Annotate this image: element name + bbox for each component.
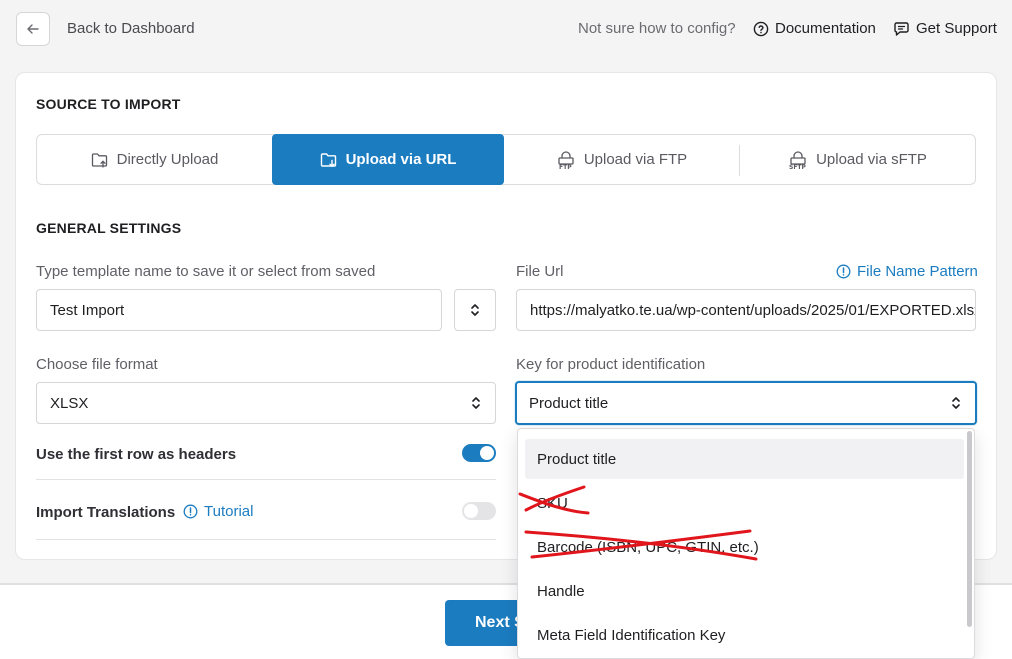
first-row-headers-label: Use the first row as headers <box>36 446 237 463</box>
get-support-label: Get Support <box>916 20 997 37</box>
key-identification-select[interactable]: Product title <box>515 381 977 425</box>
source-to-import-heading: SOURCE TO IMPORT <box>36 96 181 112</box>
documentation-link[interactable]: Documentation <box>753 20 876 37</box>
general-settings-heading: GENERAL SETTINGS <box>36 220 182 236</box>
tab-upload-via-sftp[interactable]: SFTP Upload via sFTP <box>740 135 975 184</box>
file-url-input[interactable]: https://malyatko.te.ua/wp-content/upload… <box>516 289 976 331</box>
dropdown-option-barcode[interactable]: Barcode (ISBN, UPC, GTIN, etc.) <box>525 527 964 567</box>
template-name-input[interactable]: Test Import <box>36 289 442 331</box>
source-tabs: Directly Upload Upload via URL FTP Uploa… <box>36 134 976 185</box>
ftp-lock-icon: FTP <box>558 150 574 169</box>
tutorial-link[interactable]: Tutorial <box>183 503 253 520</box>
tab-directly-upload[interactable]: Directly Upload <box>37 135 272 184</box>
tab-directly-upload-label: Directly Upload <box>116 151 219 168</box>
key-identification-value: Product title <box>529 394 609 412</box>
tab-upload-via-url[interactable]: Upload via URL <box>272 134 504 185</box>
arrow-left-icon <box>27 24 39 34</box>
info-circle-icon <box>836 264 851 279</box>
first-row-headers-toggle[interactable] <box>462 444 496 462</box>
dropdown-option-handle[interactable]: Handle <box>525 571 964 611</box>
template-select-button[interactable] <box>454 289 496 331</box>
template-name-label: Type template name to save it or select … <box>36 263 376 280</box>
svg-text:SFTP: SFTP <box>789 164 807 169</box>
dropdown-option-meta-field-key[interactable]: Meta Field Identification Key <box>525 615 964 655</box>
back-to-dashboard-link[interactable]: Back to Dashboard <box>67 20 195 37</box>
back-button[interactable] <box>16 12 50 46</box>
import-translations-toggle[interactable] <box>462 502 496 520</box>
documentation-label: Documentation <box>775 20 876 37</box>
chat-bubble-icon <box>894 21 909 36</box>
file-format-select[interactable]: XLSX <box>36 382 496 424</box>
tab-upload-via-ftp[interactable]: FTP Upload via FTP <box>504 135 739 184</box>
folder-upload-icon <box>91 152 107 168</box>
toggle-knob <box>480 446 494 460</box>
toggle-knob <box>464 504 478 518</box>
question-circle-icon <box>753 21 769 36</box>
divider <box>36 539 496 540</box>
divider <box>36 479 496 480</box>
key-identification-label: Key for product identification <box>516 356 706 373</box>
sort-arrows-icon <box>471 304 479 316</box>
file-format-value: XLSX <box>50 394 89 412</box>
file-name-pattern-label: File Name Pattern <box>857 263 978 280</box>
dropdown-option-sku[interactable]: SKU <box>525 483 964 523</box>
sftp-lock-icon: SFTP <box>789 150 807 169</box>
info-circle-icon <box>183 504 198 519</box>
tab-upload-via-url-label: Upload via URL <box>345 151 457 168</box>
key-identification-dropdown: Product title SKU Barcode (ISBN, UPC, GT… <box>517 428 975 659</box>
sort-arrows-icon <box>952 397 960 409</box>
top-bar: Back to Dashboard Not sure how to config… <box>0 0 1012 60</box>
tutorial-label: Tutorial <box>204 503 254 520</box>
import-translations-label: Import Translations <box>36 504 176 521</box>
tab-upload-via-sftp-label: Upload via sFTP <box>816 151 927 168</box>
get-support-link[interactable]: Get Support <box>893 20 997 37</box>
help-question-text: Not sure how to config? <box>578 20 736 37</box>
file-url-label: File Url <box>516 263 564 280</box>
svg-text:FTP: FTP <box>559 164 572 169</box>
dropdown-scrollbar[interactable] <box>967 431 972 627</box>
sort-arrows-icon <box>472 397 480 409</box>
tab-upload-via-ftp-label: Upload via FTP <box>583 151 688 168</box>
file-name-pattern-link[interactable]: File Name Pattern <box>836 263 978 280</box>
folder-download-icon <box>320 152 336 167</box>
dropdown-option-product-title[interactable]: Product title <box>525 439 964 479</box>
file-format-label: Choose file format <box>36 356 158 373</box>
